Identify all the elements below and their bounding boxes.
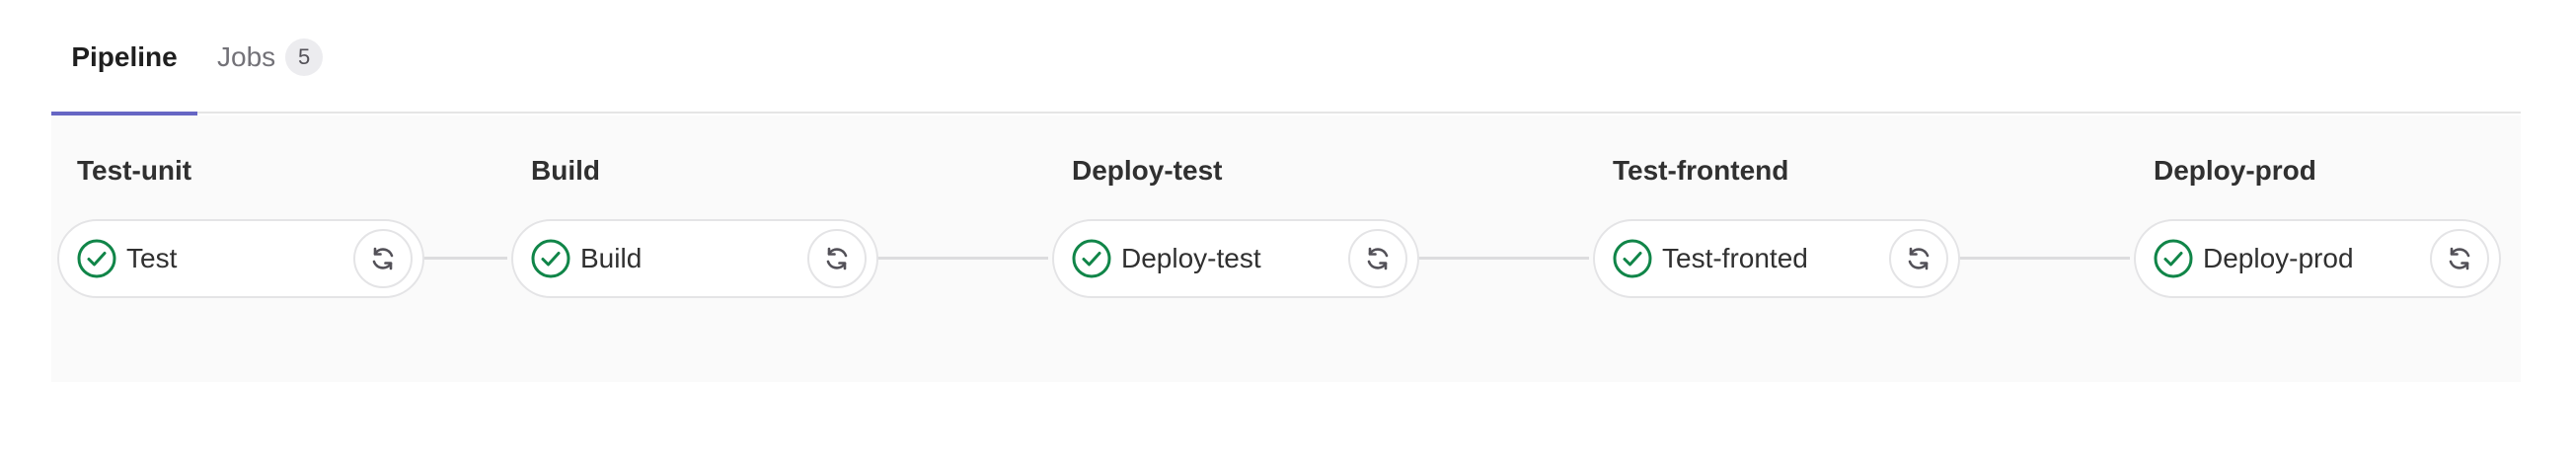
- pipeline-tabs: Pipeline Jobs 5: [51, 0, 2521, 115]
- tab-pipeline-label: Pipeline: [71, 40, 178, 72]
- check-circle-icon: [531, 239, 570, 278]
- check-circle-icon: [2154, 239, 2193, 278]
- check-circle-icon: [1613, 239, 1652, 278]
- stage-title: Deploy-prod: [2154, 155, 2316, 186]
- stage-title: Test-unit: [77, 155, 192, 186]
- retry-icon: [2449, 247, 2470, 270]
- job-card[interactable]: Deploy-prod: [2134, 219, 2501, 298]
- job-card[interactable]: Build: [511, 219, 878, 298]
- tab-jobs[interactable]: Jobs 5: [217, 0, 324, 114]
- job-name: Test-fronted: [1662, 243, 1808, 273]
- retry-button[interactable]: [2430, 229, 2489, 288]
- stage-connector: [1413, 257, 1589, 260]
- tab-jobs-label: Jobs: [217, 40, 276, 72]
- pipeline-graph: Test-unit Test Build Build Deploy-test D…: [51, 115, 2521, 382]
- check-circle-icon: [1072, 239, 1111, 278]
- stage-connector: [872, 257, 1048, 260]
- job-name: Build: [580, 243, 643, 273]
- job-name: Test: [126, 243, 178, 273]
- stage-title: Deploy-test: [1072, 155, 1223, 186]
- retry-button[interactable]: [1889, 229, 1948, 288]
- retry-button[interactable]: [353, 229, 413, 288]
- retry-button[interactable]: [1348, 229, 1407, 288]
- jobs-count-badge: 5: [285, 38, 324, 76]
- tab-pipeline[interactable]: Pipeline: [51, 0, 197, 115]
- job-card[interactable]: Deploy-test: [1052, 219, 1419, 298]
- job-card[interactable]: Test: [57, 219, 424, 298]
- retry-icon: [1367, 247, 1389, 270]
- job-name: Deploy-prod: [2203, 243, 2354, 273]
- retry-button[interactable]: [807, 229, 867, 288]
- retry-icon: [1908, 247, 1930, 270]
- job-card[interactable]: Test-fronted: [1593, 219, 1960, 298]
- retry-icon: [372, 247, 394, 270]
- retry-icon: [826, 247, 848, 270]
- stage-title: Build: [531, 155, 600, 186]
- job-name: Deploy-test: [1121, 243, 1261, 273]
- stage-title: Test-frontend: [1613, 155, 1789, 186]
- stage-connector: [1954, 257, 2130, 260]
- stage-connector: [418, 257, 507, 260]
- check-circle-icon: [77, 239, 116, 278]
